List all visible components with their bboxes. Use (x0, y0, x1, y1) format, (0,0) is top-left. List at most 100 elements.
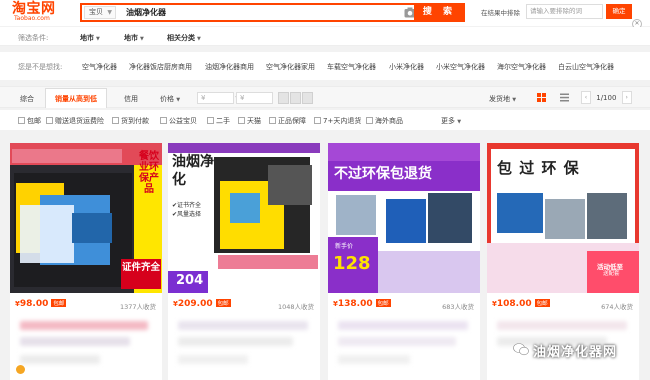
product-card[interactable]: 餐饮业环保产品 证件齐全 ¥98.00 包邮 1377人收货 (10, 143, 162, 380)
check-label: 7+天内退货 (323, 117, 362, 125)
check-label: 包邮 (27, 117, 41, 125)
related-link[interactable]: 空气净化器 (82, 62, 117, 72)
exclude-confirm-button[interactable]: 确定 (606, 4, 632, 19)
shop-name-blurred (338, 355, 410, 364)
free-shipping-badge: 包邮 (375, 299, 391, 307)
watermark-text: 油烟净化器网 (533, 345, 618, 360)
promo-price: 204 (176, 273, 204, 288)
more-label: 更多 (441, 117, 455, 125)
check-return-insurance[interactable]: 赠送退货运费险 (46, 116, 104, 126)
product-image-bullets: ✔证书齐全 ✔风量选择 (172, 201, 201, 219)
product-title-blurred (178, 337, 293, 346)
check-charity[interactable]: 公益宝贝 (160, 116, 197, 126)
product-image[interactable]: 油烟净化 ✔证书齐全 ✔风量选择 活动价格 204 (168, 143, 320, 293)
related-link[interactable]: 小米空气净化器 (436, 62, 485, 72)
product-title-blurred (178, 321, 308, 330)
chevron-down-icon: ▼ (176, 97, 181, 103)
bullet-text: 风量选择 (177, 211, 202, 218)
price-value: 98.00 (19, 299, 49, 309)
chevron-down-icon: ▼ (512, 97, 517, 103)
filter-category[interactable]: 相关分类 ▼ (167, 33, 201, 43)
wechat-icon (513, 343, 529, 356)
taobao-logo[interactable]: 淘宝网 Taobao.com (12, 2, 64, 22)
check-label: 二手 (216, 117, 230, 125)
exclude-input[interactable]: 请输入要排除的词 (526, 4, 603, 19)
page-indicator: 1/100 (596, 93, 617, 102)
free-shipping-badge: 包邮 (215, 299, 231, 307)
product-card[interactable]: 不过环保包退货 新手价 128 ¥138.00 包邮 683人收货 (328, 143, 480, 380)
check-cod[interactable]: 货到付款 (112, 116, 149, 126)
filter-bar: 筛选条件: 地市 ▼ 地市 ▼ 相关分类 ▼ (0, 27, 650, 46)
price-range-preset[interactable] (278, 92, 314, 104)
feature-filters: 包邮 赠送退货运费险 货到付款 公益宝贝 二手 天猫 正品保障 7+天内退货 海… (0, 110, 650, 130)
chevron-down-icon: ▼ (197, 36, 201, 42)
product-image-badge: 证件齐全 (121, 259, 161, 289)
search-type-select[interactable]: 宝贝 ▼ (84, 6, 116, 19)
check-7day-return[interactable]: 7+天内退货 (314, 116, 361, 126)
product-image-text: 包 过 环 保 (497, 159, 580, 177)
check-free-shipping[interactable]: 包邮 (18, 116, 41, 126)
product-title-blurred (338, 337, 456, 346)
related-link[interactable]: 空气净化器家用 (266, 62, 315, 72)
ship-from-label: 发货地 (489, 95, 510, 103)
sort-default[interactable]: 综合 (20, 94, 34, 104)
related-link[interactable]: 小米净化器 (389, 62, 424, 72)
promo-label: 新手价 (335, 243, 354, 250)
ship-from-select[interactable]: 发货地 ▼ (489, 94, 516, 104)
sort-sales[interactable]: 销量从高到低 (45, 88, 107, 108)
product-image[interactable]: 包 过 环 保 活动低至 送配套 (487, 143, 639, 293)
promo-sublabel: 送配套 (603, 271, 620, 277)
sort-bar: 综合 销量从高到低 信用 价格 ▼ ¥ - ¥ 发货地 ▼ ‹ 1/100 › (0, 86, 650, 108)
check-tmall[interactable]: 天猫 (238, 116, 261, 126)
related-link[interactable]: 白云山空气净化器 (558, 62, 614, 72)
price-min-input[interactable]: ¥ (197, 92, 234, 104)
next-page-button[interactable]: › (621, 91, 632, 104)
search-type-label: 宝贝 (89, 8, 103, 16)
check-secondhand[interactable]: 二手 (207, 116, 230, 126)
prev-page-button[interactable]: ‹ (581, 91, 591, 104)
check-label: 正品保障 (278, 117, 306, 125)
related-searches: 您是不是想找: 空气净化器 净化器饭店厨房商用 油烟净化器商用 空气净化器家用 … (0, 52, 650, 80)
product-price: ¥138.00 包邮 (333, 299, 391, 309)
chevron-down-icon: ▼ (107, 9, 112, 16)
product-sales: 1048人收货 (277, 303, 314, 311)
more-filters-button[interactable]: 更多 ▼ (441, 116, 461, 126)
chevron-down-icon: ▼ (140, 36, 144, 42)
logo-text: 淘宝网 (12, 1, 56, 17)
filter-category-label: 相关分类 (167, 34, 195, 42)
bullet-item: ✔风量选择 (172, 211, 202, 218)
product-card[interactable]: 油烟净化 ✔证书齐全 ✔风量选择 活动价格 204 ¥209.00 包邮 1048… (168, 143, 320, 380)
exclude-label: 在结果中排除 (481, 9, 520, 17)
check-label: 天猫 (247, 117, 261, 125)
filter-city-2[interactable]: 地市 ▼ (124, 33, 144, 43)
price-max-input[interactable]: ¥ (236, 92, 273, 104)
search-button[interactable]: 搜 索 (414, 3, 465, 22)
related-link[interactable]: 车载空气净化器 (327, 62, 376, 72)
chevron-down-icon: ▼ (96, 36, 100, 42)
check-genuine[interactable]: 正品保障 (269, 116, 306, 126)
related-link[interactable]: 海尔空气净化器 (497, 62, 546, 72)
product-sales: 1377人收货 (119, 303, 156, 311)
product-sales: 683人收货 (442, 303, 474, 311)
promo-label: 活动价格 (172, 266, 193, 272)
grid-view-icon[interactable] (537, 93, 546, 102)
product-title-blurred (20, 337, 130, 346)
product-sales: 674人收货 (601, 303, 633, 311)
check-overseas[interactable]: 海外商品 (366, 116, 403, 126)
sort-credit[interactable]: 信用 (124, 94, 138, 104)
related-link[interactable]: 净化器饭店厨房商用 (129, 62, 192, 72)
price-value: 138.00 (337, 299, 373, 309)
list-view-icon[interactable] (560, 93, 569, 102)
sort-price[interactable]: 价格 ▼ (160, 94, 180, 104)
filter-city-1[interactable]: 地市 ▼ (80, 33, 100, 43)
product-image[interactable]: 餐饮业环保产品 证件齐全 (10, 143, 162, 293)
filter-city-1-label: 地市 (80, 34, 94, 42)
price-value: 108.00 (496, 299, 532, 309)
product-title-blurred (20, 321, 148, 330)
check-label: 货到付款 (121, 117, 149, 125)
free-shipping-badge: 包邮 (51, 299, 67, 307)
search-input[interactable]: 油烟净化器 (126, 7, 166, 19)
product-image[interactable]: 不过环保包退货 新手价 128 (328, 143, 480, 293)
product-price: ¥108.00 包邮 (492, 299, 550, 309)
related-link[interactable]: 油烟净化器商用 (205, 62, 254, 72)
